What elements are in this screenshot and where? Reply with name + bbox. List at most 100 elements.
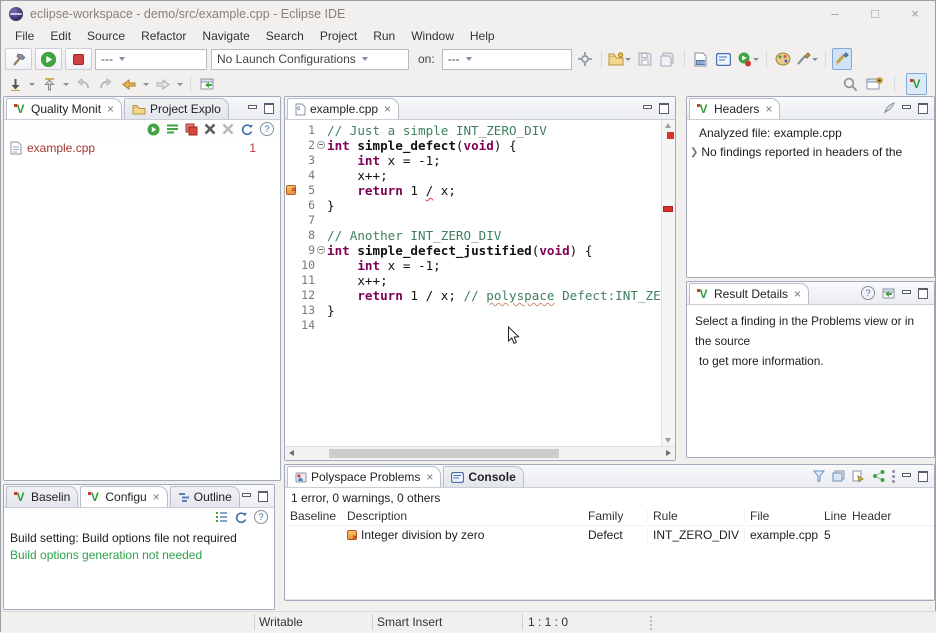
group-by-icon[interactable] bbox=[832, 470, 845, 482]
code-line[interactable]: 1// Just a simple INT_ZERO_DIV bbox=[285, 123, 661, 138]
polyspace-config-combo[interactable]: --- bbox=[95, 49, 207, 70]
tab-result-details[interactable]: V Result Details × bbox=[689, 283, 809, 304]
code-line[interactable]: 11 x++; bbox=[285, 273, 661, 288]
tab-baseline[interactable]: V Baselin bbox=[6, 486, 78, 507]
close-icon[interactable]: × bbox=[794, 289, 801, 299]
minimize-view-icon[interactable] bbox=[248, 104, 257, 113]
code-line[interactable]: 9int simple_defect_justified(void) { bbox=[285, 243, 661, 258]
code-line[interactable]: 8// Another INT_ZERO_DIV bbox=[285, 228, 661, 243]
minimize-view-icon[interactable] bbox=[242, 492, 251, 501]
back-history-button[interactable] bbox=[73, 73, 93, 95]
polyspace-perspective-button[interactable]: V bbox=[906, 73, 927, 95]
defect-marker-icon[interactable] bbox=[286, 185, 296, 195]
next-annotation-button[interactable] bbox=[5, 73, 25, 95]
chevron-right-icon[interactable]: ❯ bbox=[690, 147, 698, 158]
refresh-icon[interactable] bbox=[234, 511, 248, 524]
menu-run[interactable]: Run bbox=[365, 27, 403, 45]
editor-horizontal-scrollbar[interactable] bbox=[285, 446, 675, 460]
target-combo[interactable]: --- bbox=[442, 49, 572, 70]
close-window-button[interactable]: × bbox=[895, 1, 935, 26]
close-icon[interactable]: × bbox=[426, 472, 433, 482]
maximize-view-icon[interactable] bbox=[659, 103, 669, 114]
code-line[interactable]: 6} bbox=[285, 198, 661, 213]
maximize-view-icon[interactable] bbox=[918, 103, 928, 114]
minimize-window-button[interactable]: – bbox=[815, 1, 855, 26]
scroll-down-icon[interactable] bbox=[665, 438, 671, 443]
tab-console[interactable]: Console bbox=[443, 466, 523, 487]
code-line[interactable]: 3 int x = -1; bbox=[285, 153, 661, 168]
menu-window[interactable]: Window bbox=[403, 27, 462, 45]
close-icon[interactable]: × bbox=[765, 104, 772, 114]
settings-list-icon[interactable] bbox=[216, 511, 228, 523]
pin-view-icon[interactable] bbox=[882, 288, 895, 299]
menu-edit[interactable]: Edit bbox=[42, 27, 79, 45]
help-icon[interactable]: ? bbox=[260, 122, 274, 136]
new-wizard-button[interactable] bbox=[608, 48, 632, 70]
overview-error-marker[interactable] bbox=[667, 132, 674, 139]
fold-collapse-icon[interactable] bbox=[317, 141, 325, 149]
chevron-down-icon[interactable] bbox=[29, 83, 35, 86]
gear-icon[interactable] bbox=[575, 48, 595, 70]
search-icon[interactable] bbox=[843, 77, 858, 92]
menu-help[interactable]: Help bbox=[462, 27, 503, 45]
close-icon[interactable]: × bbox=[153, 492, 160, 502]
code-line[interactable]: 12 return 1 / x; // polyspace Defect:INT… bbox=[285, 288, 661, 303]
help-icon[interactable]: ? bbox=[861, 286, 875, 300]
minimize-view-icon[interactable] bbox=[643, 104, 652, 113]
column-rule[interactable]: Rule bbox=[647, 509, 744, 523]
prev-annotation-button[interactable] bbox=[39, 73, 59, 95]
external-tools-button[interactable] bbox=[773, 48, 793, 70]
tab-headers[interactable]: V Headers × bbox=[689, 98, 780, 119]
overview-error-marker[interactable] bbox=[663, 206, 673, 212]
run-analysis-icon[interactable] bbox=[147, 123, 160, 136]
help-icon[interactable]: ? bbox=[254, 510, 268, 524]
clear-results-icon[interactable] bbox=[185, 123, 198, 136]
code-line[interactable]: 4 x++; bbox=[285, 168, 661, 183]
export-icon[interactable] bbox=[852, 470, 865, 482]
code-line[interactable]: 14 bbox=[285, 318, 661, 333]
show-results-icon[interactable] bbox=[166, 123, 179, 135]
quill-icon[interactable] bbox=[883, 102, 895, 114]
brush-button[interactable] bbox=[796, 48, 819, 70]
minimize-view-icon[interactable] bbox=[902, 104, 911, 113]
maximize-view-icon[interactable] bbox=[918, 288, 928, 299]
column-line[interactable]: Line bbox=[819, 509, 847, 523]
tab-quality-monitoring[interactable]: V Quality Monit × bbox=[6, 98, 122, 119]
maximize-view-icon[interactable] bbox=[264, 103, 274, 114]
tab-outline[interactable]: Outline bbox=[170, 486, 240, 507]
forward-button[interactable] bbox=[153, 73, 173, 95]
scroll-up-icon[interactable] bbox=[665, 123, 671, 128]
minimize-view-icon[interactable] bbox=[902, 289, 911, 298]
status-drag-handle[interactable] bbox=[650, 616, 653, 629]
maximize-window-button[interactable]: □ bbox=[855, 1, 895, 26]
view-menu-icon[interactable] bbox=[892, 470, 895, 483]
menu-refactor[interactable]: Refactor bbox=[133, 27, 194, 45]
menu-project[interactable]: Project bbox=[312, 27, 365, 45]
close-icon[interactable]: × bbox=[107, 104, 114, 114]
tab-configuration[interactable]: V Configu × bbox=[80, 486, 167, 507]
menu-source[interactable]: Source bbox=[79, 27, 133, 45]
headers-findings-row[interactable]: ❯ No findings reported in headers of the bbox=[687, 142, 934, 159]
mark-occurrences-toggle[interactable] bbox=[832, 48, 852, 70]
refresh-icon[interactable] bbox=[240, 123, 254, 136]
share-icon[interactable] bbox=[872, 470, 885, 482]
fold-collapse-icon[interactable] bbox=[317, 246, 325, 254]
open-perspective-icon[interactable] bbox=[866, 77, 883, 91]
filter-icon[interactable] bbox=[813, 470, 825, 482]
maximize-view-icon[interactable] bbox=[918, 471, 928, 482]
column-description[interactable]: Description bbox=[342, 509, 583, 523]
problems-table-header[interactable]: Baseline Description Family Rule File Li… bbox=[285, 507, 934, 526]
code-line[interactable]: 7 bbox=[285, 213, 661, 228]
console-view-button[interactable] bbox=[714, 48, 734, 70]
binary-file-button[interactable]: 010 bbox=[691, 48, 711, 70]
run-coverage-button[interactable] bbox=[737, 48, 760, 70]
scroll-right-icon[interactable] bbox=[666, 450, 671, 456]
code-line[interactable]: 2int simple_defect(void) { bbox=[285, 138, 661, 153]
quality-file-row[interactable]: example.cpp 1 bbox=[4, 138, 280, 158]
delete-all-results-icon[interactable] bbox=[222, 123, 234, 135]
column-header[interactable]: Header bbox=[847, 509, 934, 523]
stop-button[interactable] bbox=[65, 48, 92, 70]
scroll-left-icon[interactable] bbox=[289, 450, 294, 456]
last-edit-button[interactable] bbox=[119, 73, 139, 95]
launch-config-combo[interactable]: No Launch Configurations bbox=[211, 49, 409, 70]
